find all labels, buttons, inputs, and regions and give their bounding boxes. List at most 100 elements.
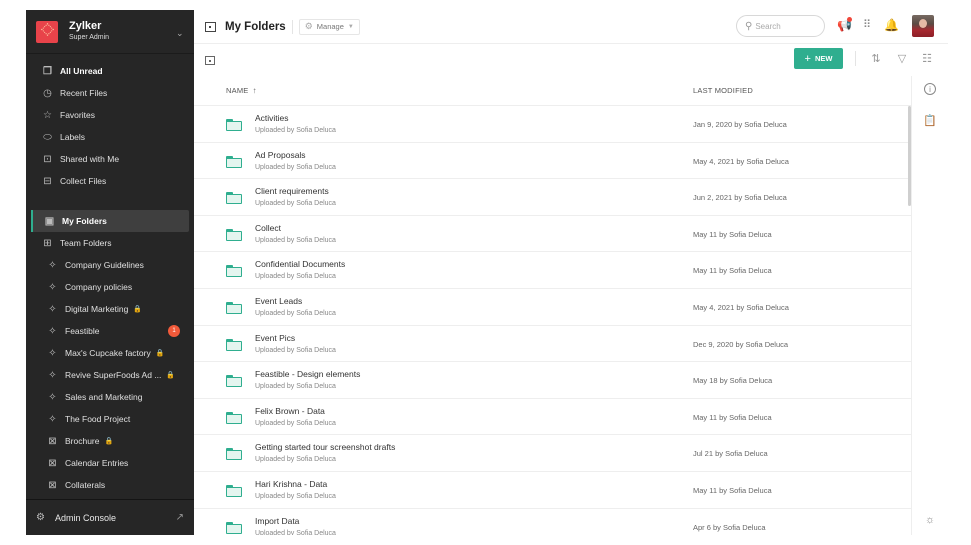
sidebar-item-collect-files[interactable]: ⊟ Collect Files (26, 170, 194, 192)
file-row[interactable]: Feastible - Design elements Uploaded by … (194, 362, 911, 399)
sidebar-item-label: The Food Project (65, 414, 131, 424)
avatar[interactable] (912, 15, 934, 37)
external-link-icon[interactable]: ↗ (176, 512, 184, 523)
sidebar-item-all-unread[interactable]: ❐ All Unread (26, 60, 194, 82)
file-last-modified: Jan 9, 2020 by Sofia Deluca (693, 120, 787, 129)
announcement-icon[interactable]: 📢 (837, 17, 852, 34)
file-last-modified: May 11 by Sofia Deluca (693, 485, 772, 495)
file-name[interactable]: Event Leads (255, 296, 302, 306)
search-input[interactable] (755, 21, 816, 31)
file-uploader: Uploaded by Sofia Deluca (255, 492, 336, 500)
gear-icon: ⚙ (36, 512, 45, 523)
folder-info-icon[interactable] (205, 55, 215, 65)
file-name[interactable]: Confidential Documents (255, 259, 345, 269)
file-row[interactable]: Ad Proposals Uploaded by Sofia Deluca Ma… (194, 143, 911, 180)
org-name: Zylker (69, 20, 102, 32)
file-row[interactable]: Client requirements Uploaded by Sofia De… (194, 179, 911, 216)
sidebar-item-favorites[interactable]: ☆ Favorites (26, 104, 194, 126)
sidebar-item-team-folder[interactable]: ⊠ Calendar Entries (26, 452, 194, 474)
file-row[interactable]: Event Leads Uploaded by Sofia Deluca May… (194, 289, 911, 326)
file-uploader: Uploaded by Sofia Deluca (255, 529, 336, 535)
sidebar-item-team-folder[interactable]: ✧ Revive SuperFoods Ad ... 🔒 (26, 364, 194, 386)
file-name[interactable]: Felix Brown - Data (255, 406, 325, 416)
file-name[interactable]: Hari Krishna - Data (255, 479, 327, 489)
folder-icon (226, 411, 242, 424)
file-row[interactable]: Hari Krishna - Data Uploaded by Sofia De… (194, 472, 911, 509)
file-name[interactable]: Ad Proposals (255, 150, 306, 160)
pin-icon: ✧ (48, 347, 57, 359)
column-header-name[interactable]: NAME ↑ (226, 86, 257, 95)
column-header-last-modified[interactable]: LAST MODIFIED (693, 86, 753, 95)
caret-down-icon: ▼ (347, 23, 354, 30)
file-name[interactable]: Getting started tour screenshot drafts (255, 442, 395, 452)
apps-grid-icon[interactable]: ⠿ (860, 18, 874, 34)
file-uploader: Uploaded by Sofia Deluca (255, 163, 336, 171)
sidebar-item-labels[interactable]: ⬭ Labels (26, 126, 194, 148)
search-box[interactable]: ⚲ (736, 15, 825, 37)
collect-icon: ⊟ (43, 175, 52, 187)
sidebar-item-team-folder[interactable]: ⊠ Collaterals (26, 474, 194, 496)
sidebar-item-label: Collaterals (65, 480, 106, 490)
view-toggle-icon[interactable]: ☷ (920, 52, 934, 66)
sidebar-item-team-folder[interactable]: ✧ The Food Project (26, 408, 194, 430)
top-bar: My Folders ⚙ Manage ▼ ⚲ 📢 ⠿ 🔔 (194, 10, 948, 44)
sort-icon[interactable]: ⇅ (869, 52, 883, 66)
file-name[interactable]: Client requirements (255, 186, 329, 196)
org-switcher[interactable]: Zylker Super Admin ⌄ (26, 10, 194, 54)
team-folders-icon: ⊞ (43, 237, 52, 249)
sidebar-item-recent-files[interactable]: ◷ Recent Files (26, 82, 194, 104)
sidebar-item-team-folder[interactable]: ⊠ Brochure 🔒 (26, 430, 194, 452)
file-name[interactable]: Collect (255, 223, 281, 233)
admin-console-link[interactable]: ⚙ Admin Console ↗ (26, 499, 194, 535)
manage-dropdown[interactable]: ⚙ Manage ▼ (298, 18, 360, 35)
sidebar-item-team-folders[interactable]: ⊞ Team Folders (26, 232, 194, 254)
folder-icon (226, 155, 242, 168)
admin-console-label: Admin Console (55, 512, 117, 523)
filter-icon[interactable]: ▽ (895, 52, 909, 66)
file-last-modified: May 11 by Sofia Deluca (693, 266, 772, 276)
file-last-modified: May 4, 2021 by Sofia Deluca (693, 156, 789, 166)
sidebar-item-team-folder[interactable]: ✧ Company policies (26, 276, 194, 298)
new-button[interactable]: + NEW (794, 48, 843, 69)
org-logo (36, 20, 58, 43)
folder-icon (226, 484, 242, 497)
bell-icon[interactable]: 🔔 (884, 18, 899, 34)
list-body: Activities Uploaded by Sofia Deluca Jan … (194, 106, 911, 535)
file-name[interactable]: Activities (255, 113, 289, 123)
clipboard-icon[interactable]: 📋 (923, 114, 937, 128)
sidebar-item-label: Favorites (60, 110, 95, 120)
file-last-modified: Jul 21 by Sofia Deluca (693, 449, 768, 459)
theme-toggle-icon[interactable]: ☼ (923, 513, 937, 527)
team-folder-list: ✧ Company Guidelines ✧ Company policies ✧ Dig… (26, 254, 194, 496)
nav-primary: ❐ All Unread ◷ Recent Files ☆ Favorites ⬭ Label… (26, 54, 194, 192)
file-name[interactable]: Import Data (255, 516, 299, 526)
file-name[interactable]: Feastible - Design elements (255, 369, 360, 379)
file-row[interactable]: Felix Brown - Data Uploaded by Sofia Del… (194, 399, 911, 436)
file-row[interactable]: Getting started tour screenshot drafts U… (194, 435, 911, 472)
sidebar-item-team-folder[interactable]: ✧ Company Guidelines (26, 254, 194, 276)
file-uploader: Uploaded by Sofia Deluca (255, 200, 336, 208)
sidebar-item-team-folder[interactable]: ✧ Sales and Marketing (26, 386, 194, 408)
pin-icon: ✧ (48, 369, 57, 381)
unread-badge: 1 (168, 325, 180, 337)
sort-ascending-icon: ↑ (252, 86, 257, 95)
file-row[interactable]: Activities Uploaded by Sofia Deluca Jan … (194, 106, 911, 143)
file-uploader: Uploaded by Sofia Deluca (255, 236, 336, 244)
sidebar-item-my-folders[interactable]: ▣ My Folders (31, 210, 189, 232)
file-row[interactable]: Confidential Documents Uploaded by Sofia… (194, 252, 911, 289)
sidebar-item-label: Brochure (65, 436, 100, 446)
sidebar-item-team-folder[interactable]: ✧ Digital Marketing 🔒 (26, 298, 194, 320)
sidebar-item-shared-with-me[interactable]: ⊡ Shared with Me (26, 148, 194, 170)
info-icon[interactable]: i (924, 83, 936, 95)
folder-icon (226, 192, 242, 205)
file-row[interactable]: Import Data Uploaded by Sofia Deluca Apr… (194, 509, 911, 535)
file-uploader: Uploaded by Sofia Deluca (255, 273, 336, 281)
chevron-down-icon[interactable]: ⌄ (176, 28, 184, 38)
file-row[interactable]: Collect Uploaded by Sofia Deluca May 11 … (194, 216, 911, 253)
file-row[interactable]: Event Pics Uploaded by Sofia Deluca Dec … (194, 326, 911, 363)
file-name[interactable]: Event Pics (255, 333, 295, 343)
sidebar-item-label: Feastible (65, 326, 100, 336)
sidebar-item-team-folder[interactable]: ✧ Feastible 1 (26, 320, 194, 342)
pin-icon: ✧ (48, 391, 57, 403)
sidebar-item-team-folder[interactable]: ✧ Max's Cupcake factory 🔒 (26, 342, 194, 364)
